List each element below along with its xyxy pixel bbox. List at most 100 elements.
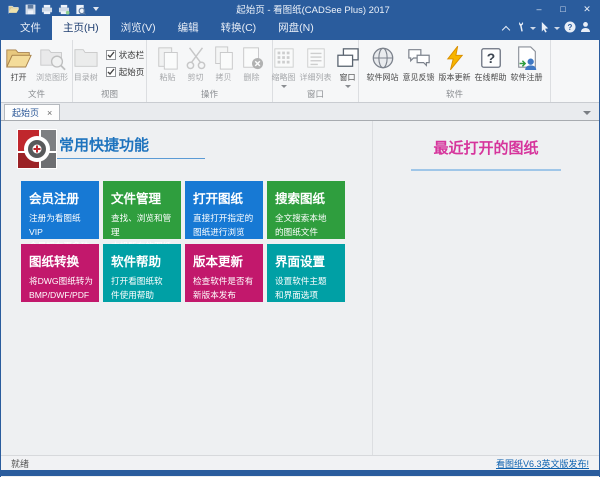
tile-title: 会员注册 [29, 188, 94, 207]
tile-title: 版本更新 [193, 251, 258, 270]
tile-file-manage[interactable]: 文件管理 查找、浏览和管理本机所有的图纸 [103, 181, 181, 239]
tab-start-page-label: 起始页 [12, 106, 39, 119]
collapse-ribbon-icon[interactable] [503, 26, 511, 31]
tile-ui-settings[interactable]: 界面设置 设置软件主题和界面选项 [267, 244, 345, 302]
menu-tab-home[interactable]: 主页(H) [52, 16, 110, 40]
globe-icon [371, 44, 395, 72]
ribbon-group-window-label: 窗口 [273, 88, 358, 102]
tab-close-icon[interactable]: × [47, 108, 52, 118]
minimize-button[interactable]: – [527, 0, 551, 18]
pointer-icon[interactable] [540, 21, 550, 36]
tile-search-drawing[interactable]: 搜索图纸 全文搜索本地的图纸文件 [267, 181, 345, 239]
ribbon-group-software: 软件网站 意见反馈 版本更新 ? [359, 40, 551, 102]
menu-tab-view[interactable]: 浏览(V) [110, 16, 167, 40]
tile-title: 打开图纸 [193, 188, 258, 207]
tab-start-page[interactable]: 起始页 × [4, 104, 60, 120]
app-window: 起始页 - 看图纸(CADSee Plus) 2017 – □ ✕ 文件 主页(… [0, 0, 600, 477]
window-title: 起始页 - 看图纸(CADSee Plus) 2017 [99, 2, 527, 16]
register-person-icon [515, 44, 539, 72]
window-menu-button[interactable]: 窗口 [334, 44, 362, 88]
shortcuts-header-underline [57, 158, 205, 159]
detail-list-button[interactable]: 详细列表 [298, 44, 334, 83]
windows-icon [336, 44, 360, 72]
statusbar-checkbox-label: 状态栏 [119, 49, 145, 61]
startpage-checkbox-label: 起始页 [119, 66, 145, 78]
pointer-dropdown-icon[interactable] [554, 27, 560, 30]
paste-button[interactable]: 粘贴 [154, 44, 182, 83]
statusbar-checkbox[interactable]: 状态栏 [106, 49, 145, 61]
recent-drawings-header: 最近打开的图纸 [433, 137, 538, 158]
cut-button[interactable]: 剪切 [182, 44, 210, 83]
delete-button[interactable]: 删除 [238, 44, 266, 83]
menu-tab-edit[interactable]: 编辑 [167, 16, 210, 40]
open-button[interactable]: 打开 [3, 44, 34, 83]
thumbnail-view-button[interactable]: 缩略图 [270, 44, 298, 88]
detail-list-label: 详细列表 [300, 72, 332, 83]
copy-button[interactable]: 拷贝 [210, 44, 238, 83]
tile-title: 文件管理 [111, 188, 176, 207]
window-controls: – □ ✕ [527, 0, 599, 18]
tab-list-dropdown-icon[interactable] [583, 111, 591, 115]
feedback-label: 意见反馈 [403, 72, 435, 83]
shortcuts-pane: 常用快捷功能 会员注册 注册为看图纸VIP会员拥有更多功能 文件管理 查找、浏览… [1, 121, 373, 455]
browse-graphics-button[interactable]: 浏览图形 [34, 44, 70, 83]
open-file-icon[interactable] [8, 4, 20, 15]
menubar: 文件 主页(H) 浏览(V) 编辑 转换(C) 网盘(N) ? [1, 18, 599, 40]
menubar-right-icons: ? [495, 21, 599, 40]
ribbon-group-window: 缩略图 详细列表 窗口 窗口 [273, 40, 359, 102]
recent-drawings-pane: 最近打开的图纸 [373, 121, 599, 455]
software-website-button[interactable]: 软件网站 [365, 44, 401, 83]
tile-desc: 打开看图纸软件使用帮助 [111, 275, 176, 303]
version-update-label: 版本更新 [439, 72, 471, 83]
maximize-button[interactable]: □ [551, 0, 575, 18]
tile-drawing-convert[interactable]: 图纸转换 将DWG图纸转为BMP/DWF/PDF [21, 244, 99, 302]
tile-software-help[interactable]: 软件帮助 打开看图纸软件使用帮助 [103, 244, 181, 302]
startpage-checkbox[interactable]: 起始页 [106, 66, 145, 78]
tile-desc: 设置软件主题和界面选项 [275, 275, 340, 303]
menu-tab-file[interactable]: 文件 [9, 16, 52, 40]
tools-dropdown-icon[interactable] [530, 27, 536, 30]
tile-member-register[interactable]: 会员注册 注册为看图纸VIP会员拥有更多功能 [21, 181, 99, 239]
ribbon-group-software-label: 软件 [359, 88, 550, 102]
ribbon-group-operations-label: 操作 [147, 88, 272, 102]
version-announcement-link[interactable]: 看图纸V6.3英文版发布! [496, 457, 589, 470]
save-icon[interactable] [25, 4, 36, 15]
directory-tree-icon [73, 44, 99, 72]
ribbon-tabs: 文件 主页(H) 浏览(V) 编辑 转换(C) 网盘(N) [1, 16, 325, 40]
menu-tab-netdisk[interactable]: 网盘(N) [267, 16, 325, 40]
window-bottom-border [1, 470, 599, 476]
tile-open-drawing[interactable]: 打开图纸 直接打开指定的图纸进行浏览 [185, 181, 263, 239]
tools-icon[interactable] [515, 21, 526, 36]
browse-graphics-icon [39, 44, 66, 72]
software-register-button[interactable]: 软件注册 [509, 44, 545, 83]
tile-desc: 检查软件是否有新版本发布 [193, 275, 258, 303]
cut-label: 剪切 [188, 72, 204, 83]
quick-print-icon[interactable] [58, 4, 70, 15]
print-preview-icon[interactable] [75, 4, 86, 15]
version-update-button[interactable]: 版本更新 [437, 44, 473, 83]
copy-label: 拷贝 [216, 72, 232, 83]
tile-desc: 将DWG图纸转为BMP/DWF/PDF [29, 275, 94, 303]
feedback-bubbles-icon [406, 44, 432, 72]
browse-graphics-label: 浏览图形 [36, 72, 68, 83]
close-button[interactable]: ✕ [575, 0, 599, 18]
window-menu-label: 窗口 [340, 72, 356, 83]
checkbox-checked-icon [106, 50, 116, 60]
menu-tab-convert[interactable]: 转换(C) [210, 16, 268, 40]
question-mark-icon: ? [479, 44, 503, 72]
print-icon[interactable] [41, 4, 53, 15]
ribbon-spacer [551, 40, 599, 102]
view-checkboxes: 状态栏 起始页 [101, 44, 149, 78]
user-account-icon[interactable] [580, 21, 591, 36]
software-register-label: 软件注册 [511, 72, 543, 83]
directory-tree-label: 目录树 [74, 72, 98, 83]
delete-icon [240, 44, 264, 72]
ribbon-group-file: 打开 浏览图形 文件 [1, 40, 73, 102]
feedback-button[interactable]: 意见反馈 [401, 44, 437, 83]
directory-tree-button[interactable]: 目录树 [71, 44, 101, 83]
tile-version-update[interactable]: 版本更新 检查软件是否有新版本发布 [185, 244, 263, 302]
help-icon[interactable]: ? [564, 21, 576, 36]
thumbnail-grid-icon [273, 44, 295, 72]
copy-icon [212, 44, 236, 72]
online-help-button[interactable]: ? 在线帮助 [473, 44, 509, 83]
